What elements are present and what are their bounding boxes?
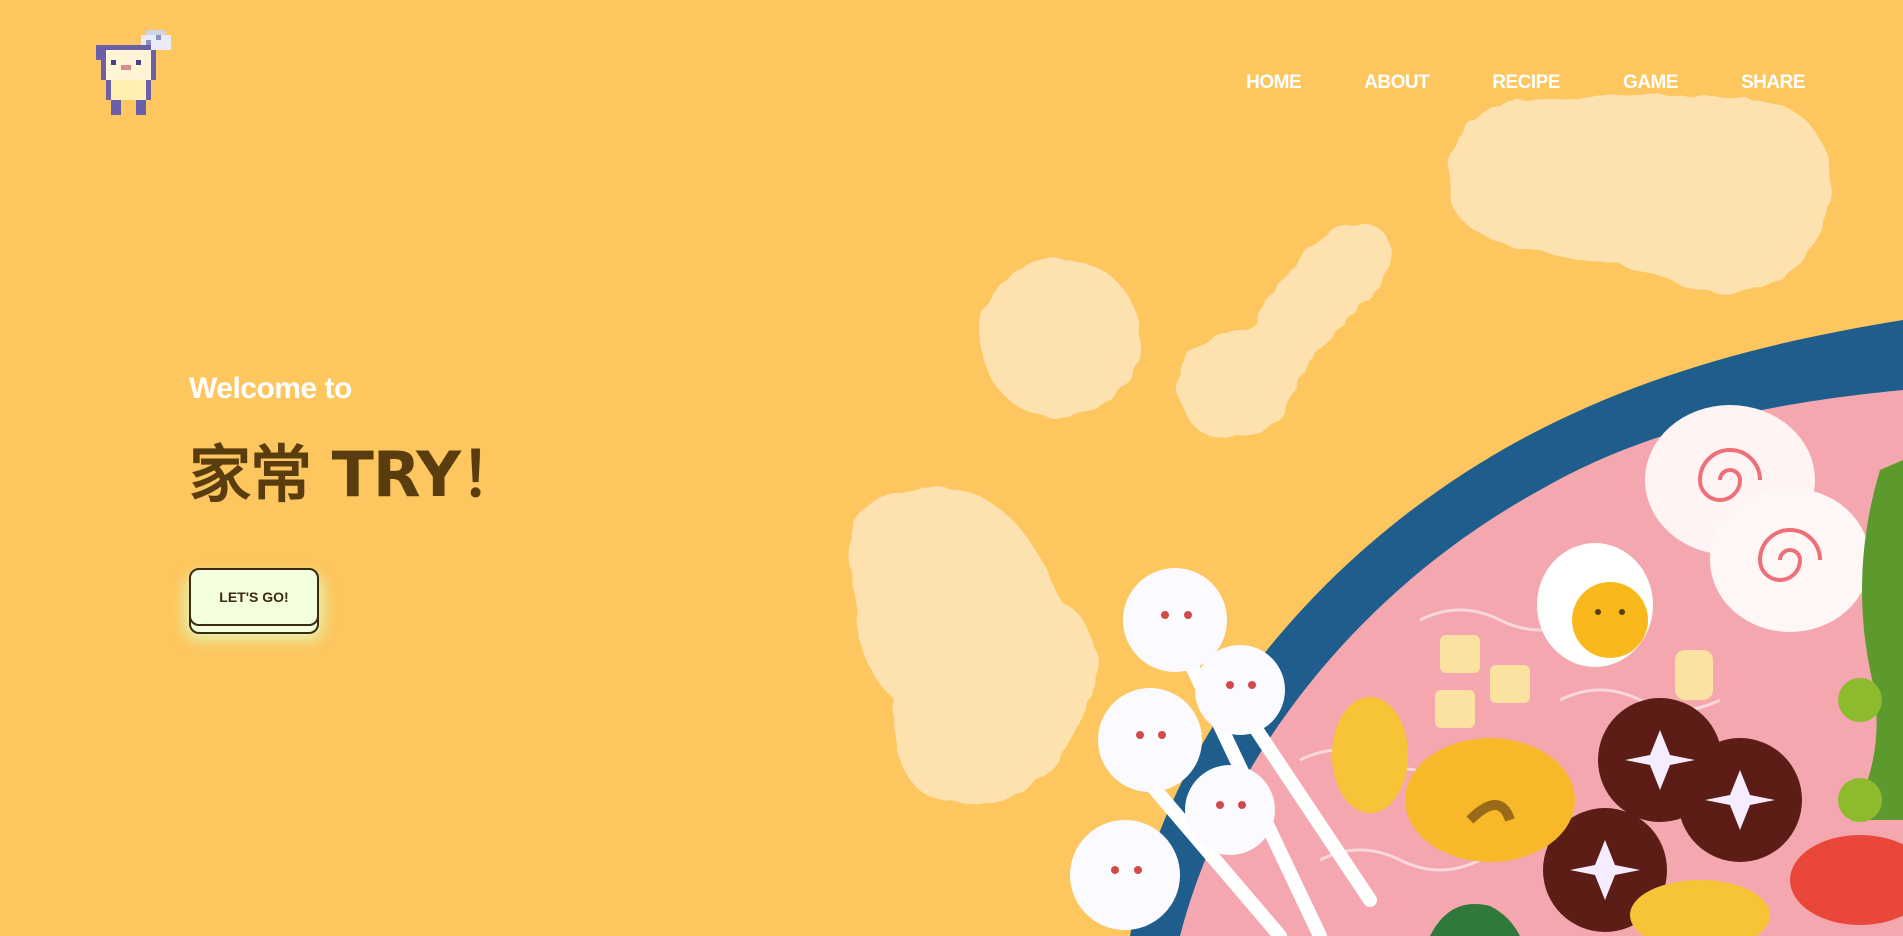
tofu xyxy=(1435,635,1713,728)
steam-clouds xyxy=(848,94,1832,806)
lets-go-button[interactable]: LET'S GO! xyxy=(189,568,319,626)
egg xyxy=(1537,543,1653,667)
noodles xyxy=(1299,608,1721,872)
logo[interactable] xyxy=(96,30,176,120)
mushrooms xyxy=(1543,698,1802,932)
nav-home[interactable]: HOME xyxy=(1246,72,1302,94)
hero: Welcome to 家常 TRY！ xyxy=(189,372,522,514)
nav-share[interactable]: SHARE xyxy=(1741,72,1806,94)
meatball-skewers xyxy=(1070,568,1377,936)
nav-game[interactable]: GAME xyxy=(1623,72,1679,94)
narutomaki xyxy=(1645,405,1870,632)
red-sausage xyxy=(1790,835,1903,925)
fish-cakes xyxy=(1332,697,1770,936)
nav-recipe[interactable]: RECIPE xyxy=(1492,72,1560,94)
main-nav: HOME ABOUT RECIPE GAME SHARE xyxy=(1183,72,1805,94)
nav-about[interactable]: ABOUT xyxy=(1364,72,1430,94)
greens xyxy=(1430,460,1903,936)
page-title: 家常 TRY！ xyxy=(189,438,522,511)
welcome-text: Welcome to xyxy=(189,372,352,405)
bowl xyxy=(1130,320,1903,936)
pixel-mouse-chef-icon xyxy=(96,30,171,115)
